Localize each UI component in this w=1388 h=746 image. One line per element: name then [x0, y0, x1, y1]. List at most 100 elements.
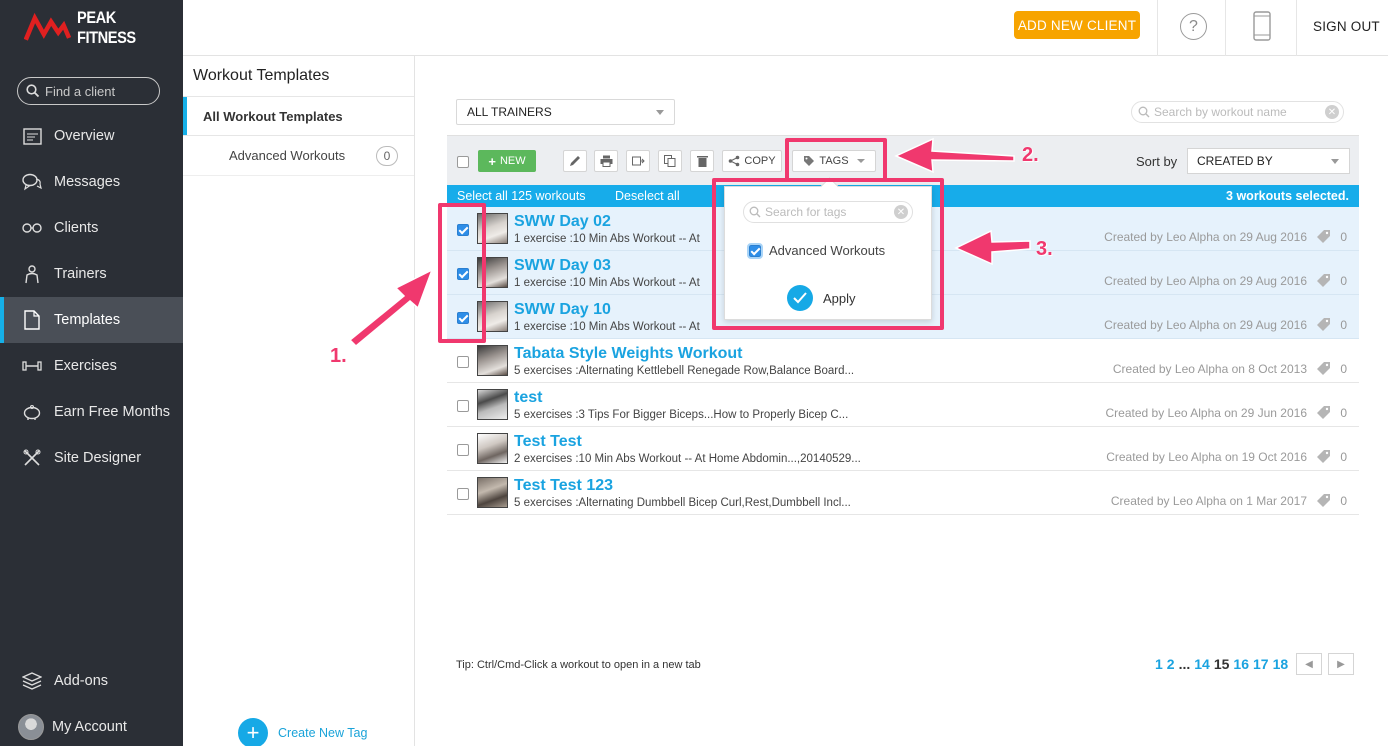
row-checkbox[interactable] — [457, 224, 469, 236]
next-page-button[interactable]: ▶ — [1328, 653, 1354, 675]
assign-icon — [631, 156, 645, 166]
sidebar-item-label: Add-ons — [54, 673, 109, 689]
check-icon — [787, 285, 813, 311]
deselect-all-link[interactable]: Deselect all — [615, 189, 680, 203]
divider — [1296, 0, 1297, 56]
copy-button-label: COPY — [744, 155, 776, 167]
new-workout-button[interactable]: + NEW — [478, 150, 536, 172]
workout-summary: 5 exercises :Alternating Kettlebell Rene… — [514, 365, 855, 377]
workout-search-placeholder: Search by workout name — [1154, 105, 1287, 119]
layers-icon — [22, 671, 42, 691]
prev-page-button[interactable]: ◀ — [1296, 653, 1322, 675]
apply-tags-button[interactable]: Apply — [787, 285, 856, 311]
workout-title[interactable]: Test Test 123 — [514, 477, 613, 495]
row-checkbox[interactable] — [457, 400, 469, 412]
page-link[interactable]: 16 — [1233, 656, 1249, 672]
workout-title[interactable]: SWW Day 02 — [514, 213, 611, 231]
table-row[interactable]: Test Test 2 exercises :10 Min Abs Workou… — [447, 427, 1359, 471]
select-all-checkbox[interactable] — [457, 156, 469, 168]
trainer-select[interactable]: ALL TRAINERS — [456, 99, 675, 125]
page-link[interactable]: 14 — [1194, 656, 1210, 672]
trash-icon — [696, 156, 708, 167]
assign-button[interactable] — [626, 150, 650, 172]
delete-button[interactable] — [690, 150, 714, 172]
workout-thumbnail — [477, 477, 508, 508]
row-checkbox[interactable] — [457, 268, 469, 280]
clear-icon[interactable]: ✕ — [894, 205, 908, 219]
row-checkbox[interactable] — [457, 312, 469, 324]
print-icon — [600, 155, 612, 167]
table-row[interactable]: Tabata Style Weights Workout 5 exercises… — [447, 339, 1359, 383]
copy-button[interactable]: COPY — [722, 150, 782, 172]
sidebar-item-clients[interactable]: Clients — [0, 205, 183, 251]
tag-icon — [1317, 406, 1330, 419]
workout-title[interactable]: test — [514, 389, 542, 407]
annotation-label-1: 1. — [330, 345, 347, 367]
find-client-input[interactable]: Find a client — [17, 77, 160, 105]
tag-option-advanced-workouts[interactable]: Advanced Workouts — [747, 242, 886, 259]
tag-option-checkbox[interactable] — [747, 242, 763, 259]
sidebar-item-earn-free-months[interactable]: Earn Free Months — [0, 389, 183, 435]
select-all-link[interactable]: Select all 125 workouts — [457, 189, 586, 203]
clear-icon[interactable]: ✕ — [1325, 105, 1339, 119]
sidebar-item-add-ons[interactable]: Add-ons — [0, 658, 183, 704]
panel-item-all-workout-templates[interactable]: All Workout Templates — [183, 96, 414, 136]
tag-icon — [1317, 230, 1330, 243]
tag-search-input[interactable]: Search for tags ✕ — [743, 201, 913, 223]
trainers-icon — [22, 264, 42, 284]
panel-item-advanced-workouts[interactable]: Advanced Workouts 0 — [183, 136, 414, 176]
help-icon[interactable]: ? — [1180, 13, 1207, 40]
workout-summary: 1 exercise :10 Min Abs Workout -- At — [514, 277, 700, 289]
table-row[interactable]: Test Test 123 5 exercises :Alternating D… — [447, 471, 1359, 515]
edit-button[interactable] — [563, 150, 587, 172]
sidebar-item-templates[interactable]: Templates — [0, 297, 183, 343]
row-checkbox[interactable] — [457, 444, 469, 456]
sidebar-item-label: Overview — [54, 128, 115, 144]
row-checkbox[interactable] — [457, 488, 469, 500]
workout-title[interactable]: SWW Day 10 — [514, 301, 611, 319]
annotation-label-2: 2. — [1022, 144, 1039, 166]
workout-thumbnail — [477, 257, 508, 288]
print-button[interactable] — [594, 150, 618, 172]
messages-icon — [22, 172, 42, 192]
table-row[interactable]: test 5 exercises :3 Tips For Bigger Bice… — [447, 383, 1359, 427]
create-new-tag-label: Create New Tag — [278, 726, 368, 740]
peak-logo-icon — [24, 12, 71, 41]
workout-search-input[interactable]: Search by workout name ✕ — [1131, 101, 1344, 123]
page-link[interactable]: 2 — [1167, 656, 1175, 672]
workout-title[interactable]: SWW Day 03 — [514, 257, 611, 275]
tag-icon — [1317, 362, 1330, 375]
sidebar-item-trainers[interactable]: Trainers — [0, 251, 183, 297]
overview-icon — [22, 126, 42, 146]
sidebar-item-my-account[interactable]: My Account — [0, 704, 183, 746]
add-new-client-button[interactable]: ADD NEW CLIENT — [1014, 11, 1140, 39]
tag-icon — [804, 156, 815, 166]
sign-out-link[interactable]: SIGN OUT — [1313, 19, 1380, 34]
sidebar-item-exercises[interactable]: Exercises — [0, 343, 183, 389]
tags-button[interactable]: TAGS — [792, 150, 876, 172]
duplicate-button[interactable] — [658, 150, 682, 172]
sidebar-item-messages[interactable]: Messages — [0, 159, 183, 205]
chevron-down-icon — [856, 159, 865, 163]
mobile-phone-icon[interactable] — [1253, 11, 1271, 44]
selected-count: 3 workouts selected. — [1226, 189, 1349, 203]
create-new-tag-button[interactable]: + Create New Tag — [238, 718, 367, 746]
sidebar-item-overview[interactable]: Overview — [0, 113, 183, 159]
row-checkbox[interactable] — [457, 356, 469, 368]
workout-title[interactable]: Tabata Style Weights Workout — [514, 345, 742, 363]
sort-by-select[interactable]: CREATED BY — [1187, 148, 1350, 174]
page-link[interactable]: 18 — [1273, 656, 1289, 672]
page-link[interactable]: 17 — [1253, 656, 1269, 672]
tag-count: 0 — [1340, 230, 1347, 244]
workout-summary: 5 exercises :3 Tips For Bigger Biceps...… — [514, 409, 849, 421]
brand-logo[interactable]: PEAK FITNESS — [24, 8, 183, 47]
tag-option-label: Advanced Workouts — [769, 243, 886, 258]
workout-title[interactable]: Test Test — [514, 433, 582, 451]
new-button-label: NEW — [499, 155, 526, 167]
divider — [1157, 0, 1158, 56]
pagination: 1 2 ... 14 15 16 17 18 — [1155, 656, 1288, 672]
sidebar-item-site-designer[interactable]: Site Designer — [0, 435, 183, 481]
workout-created: Created by Leo Alpha on 29 Aug 2016 — [1104, 274, 1307, 288]
page-link[interactable]: 1 — [1155, 656, 1163, 672]
workout-summary: 1 exercise :10 Min Abs Workout -- At — [514, 233, 700, 245]
